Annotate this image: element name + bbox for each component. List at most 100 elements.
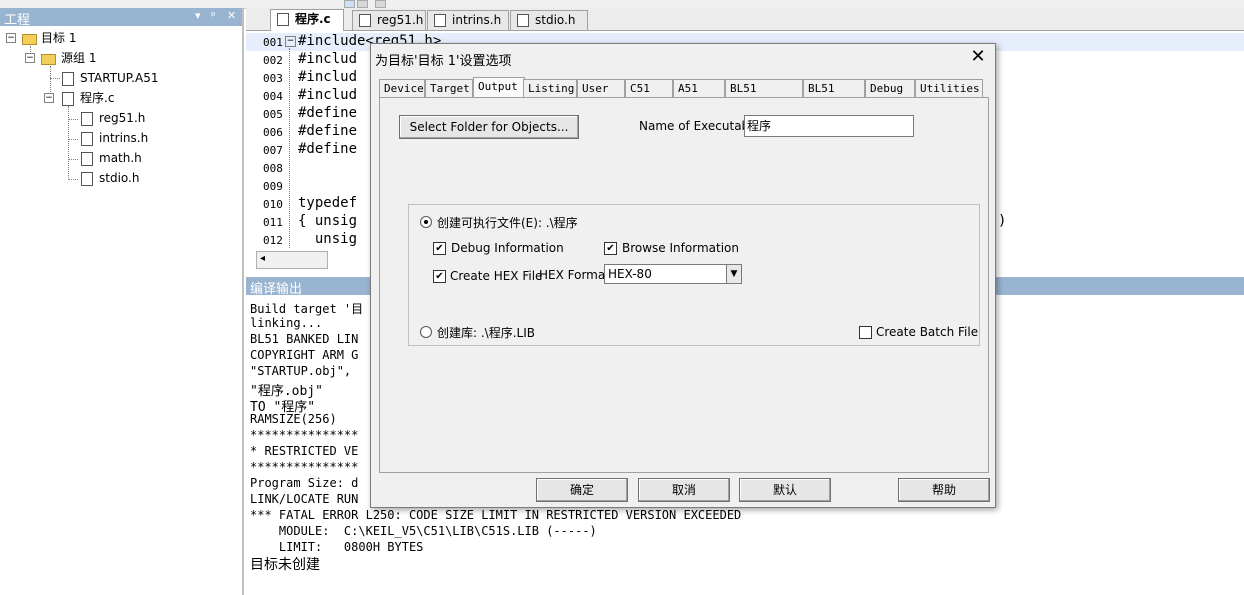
collapse-icon[interactable]: − xyxy=(25,53,35,63)
toolbar-button[interactable] xyxy=(344,0,355,8)
line-number: 001 xyxy=(263,36,283,49)
tree-item-label: 目标 1 xyxy=(41,31,77,45)
tree-item-label: reg51.h xyxy=(99,111,146,125)
tree-item-main-c[interactable]: − 程序.c xyxy=(0,89,240,107)
project-panel: 工程 ▾ ᵖ ✕ − 目标 1 − 源组 1 STARTUP.A51 − 程序.… xyxy=(0,8,244,595)
toolbar-button[interactable] xyxy=(375,0,386,8)
tree-item-target[interactable]: − 目标 1 xyxy=(0,29,240,47)
header-file-icon xyxy=(81,152,93,166)
collapse-icon[interactable]: − xyxy=(44,93,54,103)
tree-item-startup[interactable]: STARTUP.A51 xyxy=(0,69,240,87)
dropdown-arrow-icon[interactable]: ▼ xyxy=(726,265,741,283)
tab-target[interactable]: Target xyxy=(425,79,473,98)
output-line: *** FATAL ERROR L250: CODE SIZE LIMIT IN… xyxy=(250,508,742,522)
line-number: 008 xyxy=(263,162,283,175)
tab-stdio[interactable]: stdio.h xyxy=(510,10,588,30)
tab-user[interactable]: User xyxy=(577,79,625,98)
code-line: typedef xyxy=(298,195,358,211)
tree-item-reg51[interactable]: reg51.h xyxy=(0,109,240,127)
tree-item-source-group[interactable]: − 源组 1 xyxy=(0,49,240,67)
output-line: MODULE: C:\KEIL_V5\C51\LIB\C51S.LIB (---… xyxy=(250,524,597,538)
fold-guide xyxy=(289,48,290,248)
cancel-button[interactable]: 取消 xyxy=(638,478,730,502)
output-line: Build target '目 xyxy=(250,302,364,316)
horizontal-scrollbar[interactable]: ◂ xyxy=(256,251,328,269)
toolbar-button[interactable] xyxy=(357,0,368,8)
tab-bl51-locate[interactable]: BL51 Locate xyxy=(725,79,803,113)
tab-device[interactable]: Device xyxy=(379,79,425,98)
code-fragment: ) xyxy=(998,213,1007,229)
tree-item-math[interactable]: math.h xyxy=(0,149,240,167)
output-line: linking... xyxy=(250,316,323,330)
panel-menu-icon[interactable]: ▾ xyxy=(195,9,201,22)
target-options-dialog: 为目标'目标 1'设置选项 ✕ Device Target Output Lis… xyxy=(370,43,996,508)
debug-info-label: Debug Information xyxy=(451,241,564,255)
tree-item-stdio[interactable]: stdio.h xyxy=(0,169,240,187)
tab-a51[interactable]: A51 xyxy=(673,79,725,98)
scroll-left-icon[interactable]: ◂ xyxy=(260,253,265,264)
output-line: * RESTRICTED VE xyxy=(250,444,359,458)
tree-item-label: stdio.h xyxy=(99,171,140,185)
dialog-title: 为目标'目标 1'设置选项 xyxy=(375,54,512,69)
default-button[interactable]: 默认 xyxy=(739,478,831,502)
output-line: *************** xyxy=(250,460,359,474)
code-line: #define xyxy=(298,141,358,157)
hex-format-label: HEX Format: xyxy=(539,268,614,282)
select-folder-button[interactable]: Select Folder for Objects... xyxy=(399,115,579,139)
tree-item-intrins[interactable]: intrins.h xyxy=(0,129,240,147)
close-icon[interactable]: ✕ xyxy=(967,46,989,68)
line-number: 010 xyxy=(263,198,283,211)
header-file-icon xyxy=(434,14,446,27)
help-button[interactable]: 帮助 xyxy=(898,478,990,502)
tab-debug[interactable]: Debug xyxy=(865,79,915,98)
collapse-icon[interactable]: − xyxy=(6,33,16,43)
tab-reg51[interactable]: reg51.h xyxy=(352,10,426,30)
build-output-title: 编译输出 xyxy=(250,282,303,297)
tab-label: 程序.c xyxy=(295,12,331,26)
line-number: 003 xyxy=(263,72,283,85)
hex-format-select[interactable]: HEX-80 ▼ xyxy=(604,264,742,284)
tab-c51[interactable]: C51 xyxy=(625,79,673,98)
header-file-icon xyxy=(359,14,371,27)
target-folder-icon xyxy=(22,34,37,45)
code-line: #includ xyxy=(298,69,358,85)
line-number: 007 xyxy=(263,144,283,157)
tab-output[interactable]: Output xyxy=(473,77,525,99)
header-file-icon xyxy=(81,172,93,186)
name-exe-input[interactable]: 程序 xyxy=(744,115,914,137)
tree-item-label: STARTUP.A51 xyxy=(80,71,159,85)
pin-icon[interactable]: ᵖ xyxy=(211,9,216,22)
line-number: 009 xyxy=(263,180,283,193)
header-file-icon xyxy=(81,132,93,146)
create-lib-label: 创建库: .\程序.LIB xyxy=(437,326,535,340)
tab-utilities[interactable]: Utilities xyxy=(915,79,983,98)
create-hex-label: Create HEX File xyxy=(450,269,543,283)
file-icon xyxy=(62,72,74,86)
line-number: 011 xyxy=(263,216,283,229)
tree-item-label: intrins.h xyxy=(99,131,149,145)
create-batch-label: Create Batch File xyxy=(876,325,979,339)
ok-button[interactable]: 确定 xyxy=(536,478,628,502)
debug-info-checkbox[interactable]: ✔ xyxy=(433,242,446,255)
output-line: *************** xyxy=(250,428,359,442)
create-batch-checkbox[interactable] xyxy=(859,326,872,339)
output-line: LINK/LOCATE RUN xyxy=(250,492,359,506)
tab-listing[interactable]: Listing xyxy=(523,79,577,98)
create-exe-radio[interactable] xyxy=(420,216,432,228)
tab-intrins[interactable]: intrins.h xyxy=(427,10,509,30)
tab-bl51-misc[interactable]: BL51 Misc xyxy=(803,79,865,113)
create-lib-radio[interactable] xyxy=(420,326,432,338)
fold-icon[interactable]: − xyxy=(285,36,296,47)
tab-main-c[interactable]: 程序.c xyxy=(270,9,344,31)
close-panel-icon[interactable]: ✕ xyxy=(227,9,236,22)
file-icon xyxy=(277,13,289,26)
header-file-icon xyxy=(517,14,529,27)
create-hex-checkbox[interactable]: ✔ xyxy=(433,270,446,283)
output-tab-page: Select Folder for Objects... Name of Exe… xyxy=(379,97,989,473)
line-number: 012 xyxy=(263,234,283,247)
browse-info-checkbox[interactable]: ✔ xyxy=(604,242,617,255)
output-line: RAMSIZE(256) xyxy=(250,412,337,426)
output-line: COPYRIGHT ARM G xyxy=(250,348,359,362)
code-line: { unsig xyxy=(298,213,358,229)
tab-label: stdio.h xyxy=(535,13,576,27)
